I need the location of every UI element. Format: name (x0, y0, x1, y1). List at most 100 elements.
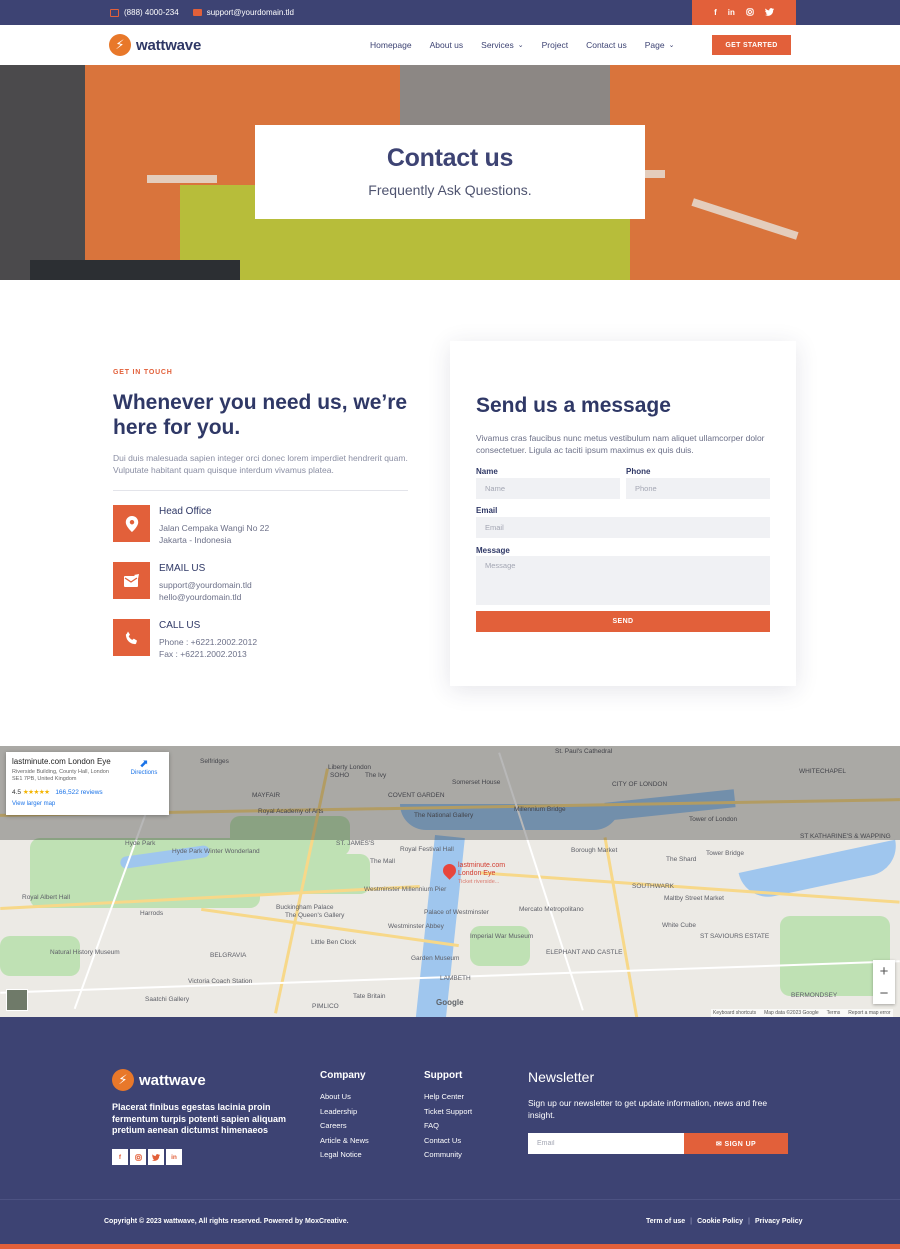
map-label: Westminster Abbey (388, 923, 444, 930)
zoom-out-button[interactable]: − (873, 982, 895, 1004)
info-line[interactable]: hello@yourdomain.tld (159, 592, 241, 602)
chevron-down-icon: ⌄ (668, 42, 675, 49)
map-label: BERMONDSEY (791, 992, 838, 999)
map-zoom-controls: + − (873, 960, 895, 1004)
footer-link[interactable]: Article & News (320, 1136, 369, 1145)
top-email[interactable]: support@yourdomain.tld (192, 8, 294, 17)
mail-icon (192, 9, 202, 16)
directions-button[interactable]: ⬈ Directions (128, 758, 160, 776)
nav-label: Services (481, 40, 514, 50)
facebook-icon[interactable]: f (112, 1149, 128, 1165)
privacy-policy-link[interactable]: Privacy Policy (755, 1218, 802, 1225)
footer-divider (0, 1199, 900, 1200)
section-eyebrow: GET IN TOUCH (113, 369, 173, 376)
reviews-link[interactable]: 166,522 reviews (55, 789, 102, 796)
map-label: Little Ben Clock (311, 939, 357, 946)
hero-title-card: Contact us Frequently Ask Questions. (255, 125, 645, 219)
top-phone[interactable]: (888) 4000-234 (110, 8, 179, 17)
nav-contact-us[interactable]: Contact us (586, 40, 627, 50)
footer-logo-text: wattwave (139, 1071, 206, 1089)
site-header: ⚡ wattwave Homepage About us Services ⌄ P… (0, 25, 900, 65)
map-label: Royal Festival Hall (400, 846, 454, 853)
map-label: Buckingham Palace (276, 904, 334, 911)
top-contact: (888) 4000-234 support@yourdomain.tld (110, 0, 294, 25)
info-line[interactable]: Phone : +6221.2002.2012 (159, 637, 257, 647)
nav-label: Project (541, 40, 569, 50)
info-line[interactable]: support@yourdomain.tld (159, 580, 252, 590)
footer-link[interactable]: Careers (320, 1121, 369, 1130)
top-phone-text: (888) 4000-234 (124, 8, 179, 17)
instagram-icon[interactable] (746, 7, 754, 18)
footer-link[interactable]: Leadership (320, 1107, 369, 1116)
map-label: The Shard (666, 856, 697, 863)
footer-link[interactable]: Community (424, 1150, 472, 1159)
copyright-text: Copyright © 2023 wattwave, All rights re… (104, 1218, 349, 1225)
phone-label: Phone (626, 467, 651, 476)
linkedin-icon[interactable]: in (166, 1149, 182, 1165)
footer-logo[interactable]: ⚡ wattwave (112, 1069, 206, 1091)
sign-up-button[interactable]: ✉ SIGN UP (684, 1133, 788, 1154)
info-line: Jalan Cempaka Wangi No 22 (159, 523, 270, 533)
map-label: Tower Bridge (706, 850, 744, 857)
name-label: Name (476, 467, 498, 476)
footer-link[interactable]: Legal Notice (320, 1150, 369, 1159)
nav-project[interactable]: Project (542, 40, 568, 50)
name-input[interactable] (476, 478, 620, 499)
nav-homepage[interactable]: Homepage (370, 40, 412, 50)
nav-about-us[interactable]: About us (430, 40, 464, 50)
newsletter-title: Newsletter (528, 1069, 595, 1085)
directions-icon: ⬈ (139, 758, 149, 770)
email-input[interactable] (476, 517, 770, 538)
term-of-use-link[interactable]: Term of use (646, 1218, 685, 1225)
separator: | (690, 1218, 693, 1225)
facebook-icon[interactable]: f (714, 8, 717, 17)
mail-icon (113, 562, 150, 599)
map-label: Palace of Westminster (424, 909, 489, 916)
mail-icon: ✉ (715, 1140, 723, 1148)
map-road (603, 837, 640, 1017)
star-rating-icon: ★★★★★ (22, 789, 50, 796)
bolt-icon: ⚡ (109, 34, 131, 56)
keyboard-shortcuts-link[interactable]: Keyboard shortcuts (713, 1010, 756, 1016)
instagram-icon[interactable] (130, 1149, 146, 1165)
zoom-in-button[interactable]: + (873, 960, 895, 982)
nav-page[interactable]: Page ⌄ (645, 40, 675, 50)
footer-column-title: Company (320, 1070, 366, 1081)
footer-link[interactable]: FAQ (424, 1121, 472, 1130)
view-larger-map-link[interactable]: View larger map (12, 801, 55, 807)
nav-label: Contact us (586, 40, 627, 50)
footer-link[interactable]: About Us (320, 1092, 369, 1101)
info-line: Jakarta - Indonesia (159, 535, 232, 545)
map-pin-label: lastminute.com London Eye Ticket riversi… (458, 862, 505, 886)
linkedin-icon[interactable]: in (728, 8, 735, 17)
info-title: EMAIL US (159, 563, 206, 574)
twitter-icon[interactable] (148, 1149, 164, 1165)
cookie-policy-link[interactable]: Cookie Policy (697, 1218, 743, 1225)
chevron-down-icon: ⌄ (517, 42, 524, 49)
phone-input[interactable] (626, 478, 770, 499)
footer-support-column: Support Help Center Ticket Support FAQ C… (424, 1070, 472, 1165)
report-error-link[interactable]: Report a map error (848, 1010, 890, 1016)
twitter-icon[interactable] (764, 7, 774, 18)
top-bar: (888) 4000-234 support@yourdomain.tld f … (0, 0, 900, 25)
footer-company-column: Company About Us Leadership Careers Arti… (320, 1070, 369, 1165)
map-label: Hyde Park (125, 840, 156, 847)
footer-link[interactable]: Ticket Support (424, 1107, 472, 1116)
send-button[interactable]: SEND (476, 611, 770, 632)
footer-link[interactable]: Help Center (424, 1092, 472, 1101)
nav-services[interactable]: Services ⌄ (481, 40, 523, 50)
form-description: Vivamus cras faucibus nunc metus vestibu… (476, 433, 765, 455)
site-logo[interactable]: ⚡ wattwave (109, 34, 201, 56)
top-email-text: support@yourdomain.tld (206, 8, 294, 17)
message-textarea[interactable] (476, 556, 770, 605)
footer-link[interactable]: Contact Us (424, 1136, 472, 1145)
info-line[interactable]: Fax : +6221.2002.2013 (159, 649, 247, 659)
rating-value: 4.5 (12, 789, 22, 796)
get-started-button[interactable]: GET STARTED (712, 35, 791, 55)
sign-up-label: SIGN UP (724, 1140, 757, 1148)
newsletter-email-input[interactable] (528, 1133, 684, 1154)
info-title: Head Office (159, 506, 212, 517)
map-layer-thumbnail[interactable] (6, 989, 28, 1011)
terms-link[interactable]: Terms (827, 1010, 841, 1016)
hero-photo-shape (30, 260, 240, 280)
